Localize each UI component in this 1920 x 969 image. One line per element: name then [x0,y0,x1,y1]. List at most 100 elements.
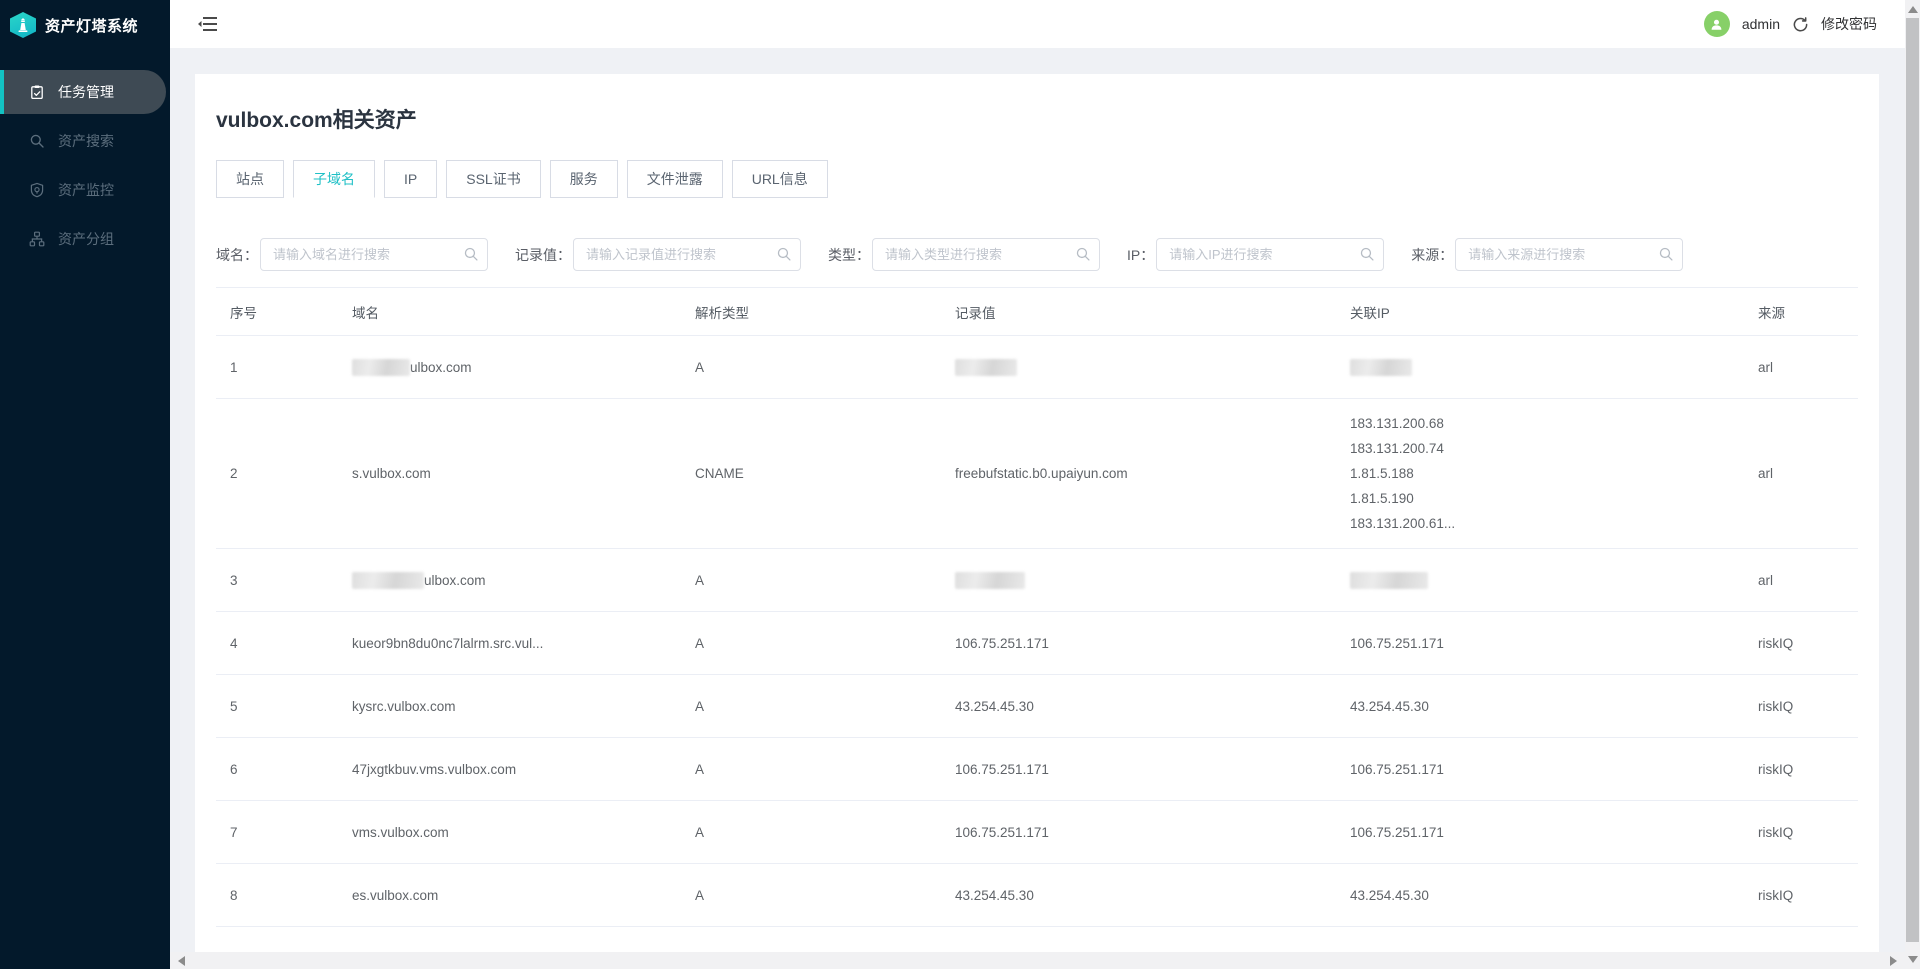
search-icon[interactable] [463,246,479,262]
cell-index: 2 [230,466,238,481]
sidebar-item-label: 资产分组 [58,231,114,247]
search-icon[interactable] [1658,246,1674,262]
redacted-value [352,571,424,589]
tab-1[interactable]: 子域名 [293,160,375,198]
cell-domain: ulbox.com [338,347,681,388]
cell-related-ip: 43.254.45.30 [1336,682,1744,731]
tab-2[interactable]: IP [384,160,438,198]
record-search-input[interactable] [573,238,801,271]
sidebar-item-0[interactable]: 任务管理 [0,70,166,114]
cell-index: 3 [230,572,238,588]
monitor-shield-icon [29,182,46,199]
logout-icon[interactable] [1792,16,1809,33]
cell-record-type: A [695,824,705,840]
ip-value: 183.131.200.68 [1350,416,1444,431]
table-row: 2 s.vulbox.com CNAME freebufstatic.b0.upaiy… [216,399,1858,549]
scroll-right-arrow-icon[interactable] [1890,956,1897,966]
app-title: 资产灯塔系统 [45,17,139,35]
sidebar-item-label: 任务管理 [58,84,114,100]
ip-value: 106.75.251.171 [1350,635,1444,651]
domain-search-input[interactable] [260,238,488,271]
group-sitemap-icon [29,231,46,248]
table-row: 7 vms.vulbox.com A 106.75.251.171 106.75.251… [216,801,1858,864]
tab-6[interactable]: URL信息 [731,160,828,198]
user-area: admin 修改密码 [1703,11,1877,37]
redacted-value [1350,358,1412,376]
table-row: 3 ulbox.com Aarl [216,549,1858,612]
cell-source: riskIQ [1758,698,1794,714]
cell-domain: kueor9bn8du0nc7lalrm.src.vul... [352,635,544,651]
column-header-5: 来源 [1758,305,1785,321]
search-icon[interactable] [1359,246,1375,262]
table-row: 8 es.vulbox.com A 43.254.45.30 43.254.45.30 r… [216,864,1858,927]
column-header-2: 解析类型 [695,305,749,321]
tab-4[interactable]: 服务 [549,160,618,198]
table-header-row: 序号 域名 解析类型 记录值 关联IP 来源 [216,288,1858,336]
sidebar-menu: 任务管理资产搜索资产监控资产分组 [0,70,170,261]
filter-label-ip: IP： [1127,246,1155,263]
user-avatar[interactable] [1703,11,1730,37]
tab-5[interactable]: 文件泄露 [626,160,723,198]
filter-label-type: 类型： [828,246,870,263]
table-row: 6 47jxgtkbuv.vms.vulbox.com A 106.75.251.17… [216,738,1858,801]
cell-source: riskIQ [1758,887,1794,903]
filter-bar: 域名： 记录值： 类型： IP： 来源： [216,238,1858,271]
vertical-scrollbar[interactable] [1905,0,1920,969]
cell-related-ip: 106.75.251.171 [1336,619,1744,668]
vertical-scroll-thumb[interactable] [1906,18,1919,942]
tab-3[interactable]: SSL证书 [446,160,541,198]
cell-related-ip: 183.131.200.68 183.131.200.74 1.81.5.188 1.… [1336,399,1744,548]
change-password-link[interactable]: 修改密码 [1821,14,1877,34]
cell-record-value: 43.254.45.30 [955,698,1034,714]
cell-related-ip [1336,560,1744,601]
username-label: admin [1741,16,1780,32]
search-icon[interactable] [776,246,792,262]
cell-record-value: 106.75.251.171 [955,635,1049,651]
redacted-value [955,571,1025,589]
sidebar-item-2[interactable]: 资产监控 [0,168,170,212]
cell-record-value [941,560,1336,601]
main-area: vulbox.com相关资产 站点 子域名 IP SSL证书 服务 文件泄露 URL信息 域… [170,48,1905,952]
search-icon[interactable] [1075,246,1091,262]
cell-domain: es.vulbox.com [352,887,439,903]
ip-value: 43.254.45.30 [1350,887,1429,903]
sidebar-item-3[interactable]: 资产分组 [0,217,170,261]
type-search-input[interactable] [872,238,1100,271]
table-body: 1 ulbox.com Aarl 2 s.vulbox.com CNAME freebufs… [216,336,1858,927]
cell-domain: s.vulbox.com [352,466,431,481]
cell-record-type: A [695,761,705,777]
cell-record-value: 106.75.251.171 [955,824,1049,840]
scroll-up-arrow-icon[interactable] [1908,6,1918,13]
app-logo: 资产灯塔系统 [0,0,170,50]
cell-record-type: A [695,572,705,588]
person-icon [1711,19,1722,30]
ip-search-input[interactable] [1156,238,1385,271]
cell-record-value: freebufstatic.b0.upaiyun.com [955,466,1128,481]
sidebar-item-1[interactable]: 资产搜索 [0,119,170,163]
cell-related-ip: 106.75.251.171 [1336,808,1744,857]
scroll-down-arrow-icon[interactable] [1908,956,1918,963]
filter-label-source: 来源： [1411,246,1454,263]
cell-index: 1 [230,359,238,375]
tab-0[interactable]: 站点 [216,160,284,198]
sidebar-item-label: 资产监控 [58,182,114,198]
source-search-input[interactable] [1455,238,1684,271]
sidebar-collapse-icon[interactable] [198,15,220,33]
cell-record-type: A [695,359,705,375]
filter-group-ip: IP： [1127,238,1385,271]
cell-record-type: A [695,635,705,651]
cell-domain: 47jxgtkbuv.vms.vulbox.com [352,761,517,777]
cell-source: riskIQ [1758,761,1794,777]
cell-related-ip: 43.254.45.30 [1336,871,1744,920]
cell-index: 7 [230,824,238,840]
scroll-left-arrow-icon[interactable] [178,956,185,966]
ip-value: 106.75.251.171 [1350,824,1444,840]
horizontal-scrollbar[interactable] [170,952,1905,969]
cell-record-type: A [695,887,705,903]
column-header-3: 记录值 [955,305,996,321]
cell-record-type: A [695,698,705,714]
tab-bar: 站点 子域名 IP SSL证书 服务 文件泄露 URL信息 [216,160,1858,198]
filter-label-record: 记录值： [515,246,571,263]
redacted-value [352,358,410,376]
content-card: vulbox.com相关资产 站点 子域名 IP SSL证书 服务 文件泄露 URL信息 域… [195,74,1879,952]
